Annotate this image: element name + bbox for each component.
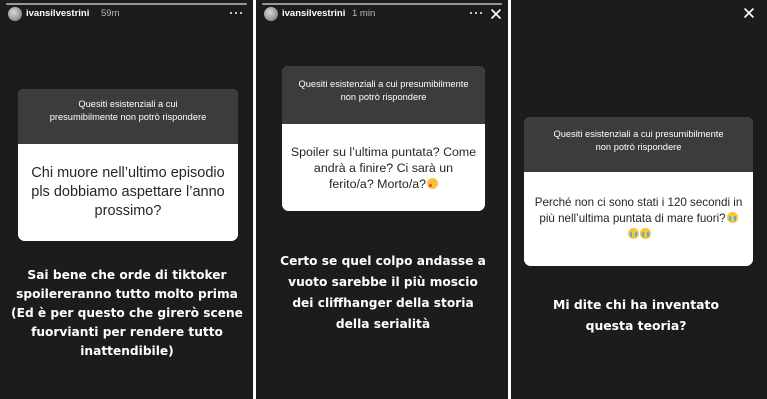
more-horizontal-icon[interactable]: [230, 12, 242, 16]
question-sticker: Quesiti esistenziali a cui presumibilmen…: [282, 66, 485, 211]
username[interactable]: ivansilvestrini: [26, 8, 89, 19]
story-panel-2: ivansilvestrini 1 min Quesiti esistenzia…: [256, 0, 508, 399]
question-text: Chi muore nell’ultimo episodio pls dobbi…: [18, 144, 238, 241]
avatar[interactable]: [264, 7, 278, 21]
question-text: Spoiler su l’ultima puntata? Come andrà …: [282, 124, 485, 211]
answer-text: Mi dite chi ha inventato questa teoria?: [553, 297, 719, 333]
username[interactable]: ivansilvestrini: [282, 8, 345, 19]
story-header: ivansilvestrini 1 min: [264, 7, 502, 25]
more-horizontal-icon[interactable]: [470, 12, 482, 16]
story-progress-bar: [6, 3, 247, 5]
story-panel-1: ivansilvestrini 59m Quesiti esistenziali…: [0, 0, 253, 399]
story-header: ivansilvestrini 59m: [8, 7, 247, 25]
question-sticker: Quesiti esistenziali a cui presumibilmen…: [18, 89, 238, 241]
story-progress-bar: [262, 3, 502, 5]
question-text-content: Perché non ci sono stati i 120 secondi i…: [534, 196, 743, 225]
close-icon[interactable]: [743, 7, 755, 19]
question-text-content: Chi muore nell’ultimo episodio pls dobbi…: [31, 165, 225, 219]
smiling-face-with-hearts-icon: [427, 177, 439, 189]
story-header: [511, 7, 767, 25]
story-time: 1 min: [352, 8, 376, 19]
story-panel-3: Quesiti esistenziali a cui presumibilmen…: [511, 0, 767, 399]
answer-text: Sai bene che orde di tiktoker spoilerera…: [11, 268, 243, 358]
question-title: Quesiti esistenziali a cui presumibilmen…: [524, 117, 753, 172]
avatar[interactable]: [8, 7, 22, 21]
question-text: Perché non ci sono stati i 120 secondi i…: [524, 172, 753, 266]
crying-face-icon: [726, 212, 738, 223]
crying-face-icon: [639, 228, 651, 239]
question-title: Quesiti esistenziali a cui presumibilmen…: [282, 66, 485, 124]
question-text-content: Spoiler su l’ultima puntata? Come andrà …: [290, 144, 477, 191]
crying-face-icon: [627, 228, 639, 239]
question-sticker: Quesiti esistenziali a cui presumibilmen…: [524, 117, 753, 266]
question-title: Quesiti esistenziali a cui presumibilmen…: [18, 89, 238, 144]
close-icon[interactable]: [490, 8, 502, 20]
story-time: 59m: [101, 8, 120, 19]
answer-text: Certo se quel colpo andasse a vuoto sare…: [280, 254, 486, 331]
